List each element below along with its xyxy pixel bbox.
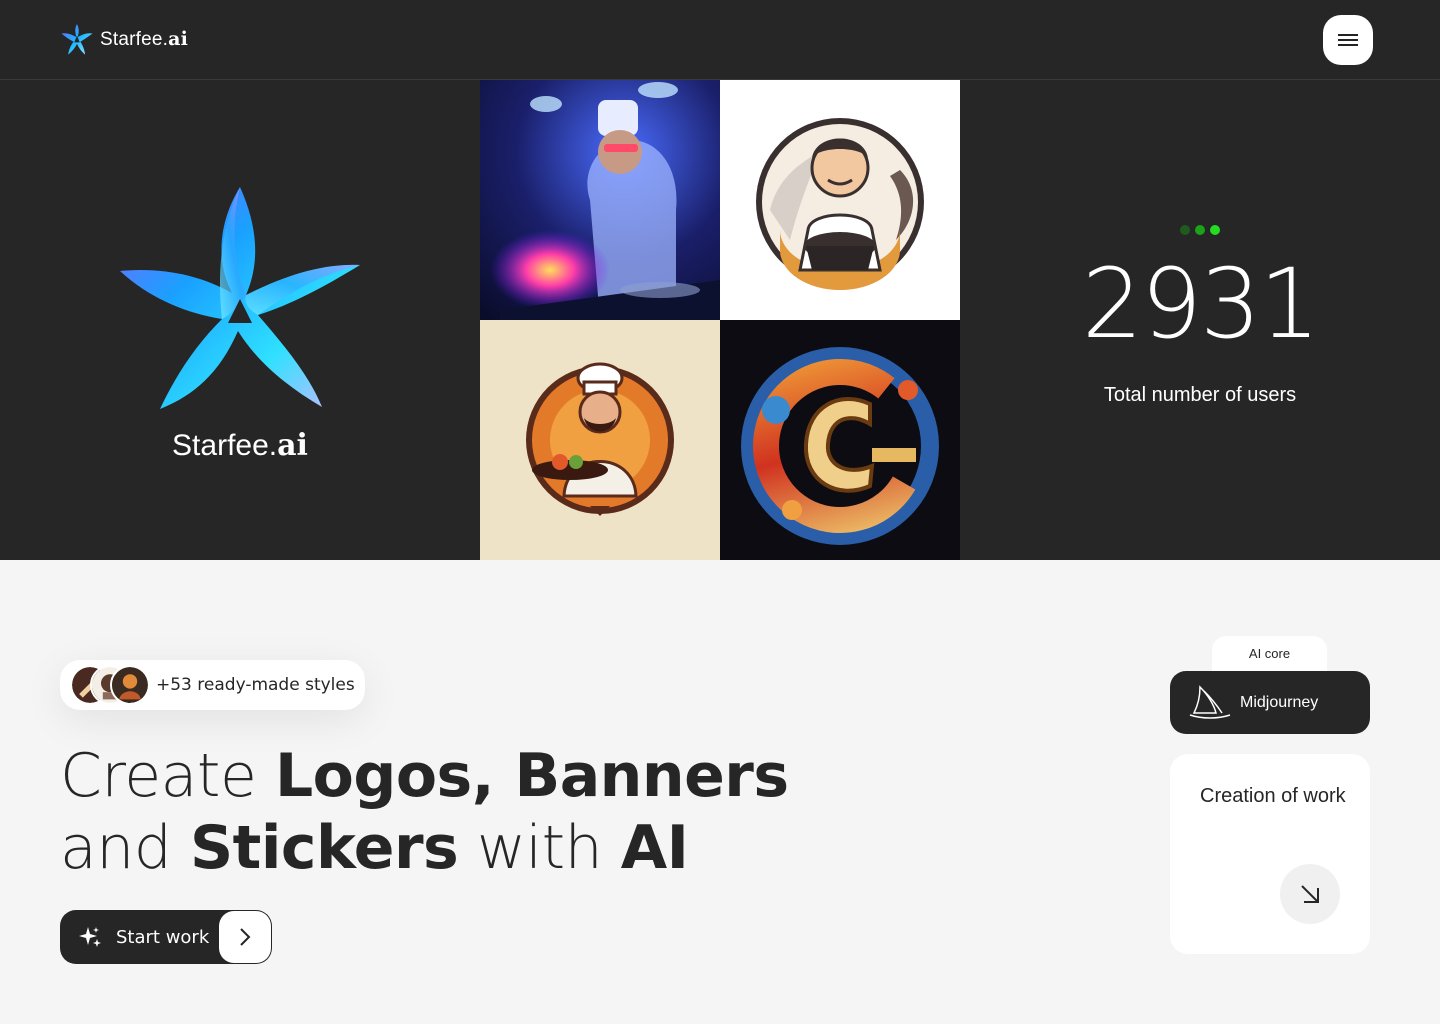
sparkle-icon (79, 927, 101, 947)
styles-count-label: +53 ready-made styles (156, 675, 355, 695)
avatar (110, 665, 150, 705)
stats-panel: 2931 Total number of users (960, 80, 1440, 560)
headline-word: and (60, 813, 190, 883)
headline-word: with (458, 813, 621, 883)
status-dots (1180, 225, 1220, 235)
ai-core-label: AI core (1212, 636, 1327, 676)
styles-badge[interactable]: +53 ready-made styles (60, 660, 365, 710)
status-dot (1210, 225, 1220, 235)
user-count-caption: Total number of users (1103, 384, 1297, 406)
gallery-image-samurai-chef[interactable] (720, 80, 960, 320)
headline-emphasis: Stickers (189, 813, 459, 883)
brand-name: Starfee.ai (100, 27, 189, 50)
headline-word: Create (60, 741, 275, 811)
midjourney-label: Midjourney (1240, 693, 1319, 711)
style-gallery (480, 80, 960, 560)
hamburger-icon (1338, 34, 1358, 46)
creation-card-title: Creation of work (1200, 785, 1346, 807)
star-logo-icon (61, 24, 93, 55)
midjourney-model-button[interactable]: Midjourney (1170, 671, 1370, 734)
hero-section: Starfee.ai 2931 Total number of users (0, 80, 1440, 560)
headline-emphasis: AI (620, 813, 689, 883)
status-dot (1180, 225, 1190, 235)
chevron-right-icon (240, 928, 251, 946)
sailboat-icon (1189, 684, 1231, 719)
start-work-label: Start work (116, 926, 210, 948)
hero-brand-panel: Starfee.ai (0, 80, 480, 560)
gallery-image-chef-neon[interactable] (480, 80, 720, 320)
hero-brand-name: Starfee.ai (172, 428, 308, 463)
user-count: 2931 (1081, 248, 1320, 360)
star-logo-icon (120, 187, 360, 409)
hero-headline: Create Logos, Banners and Stickers with … (60, 740, 820, 884)
creation-card-arrow[interactable] (1280, 864, 1340, 924)
start-work-arrow[interactable] (219, 911, 271, 963)
menu-button[interactable] (1323, 15, 1373, 65)
start-work-button[interactable]: Start work (60, 910, 272, 964)
status-dot (1195, 225, 1205, 235)
brand-logo[interactable]: Starfee.ai (60, 22, 188, 56)
top-bar: Starfee.ai (0, 0, 1440, 80)
gallery-image-letter-c[interactable] (720, 320, 960, 560)
creation-of-work-card[interactable]: Creation of work (1170, 754, 1370, 954)
style-avatars (70, 665, 152, 705)
arrow-down-right-icon (1301, 885, 1319, 903)
headline-emphasis: Logos, Banners (274, 741, 789, 811)
gallery-image-chef-bowl[interactable] (480, 320, 720, 560)
